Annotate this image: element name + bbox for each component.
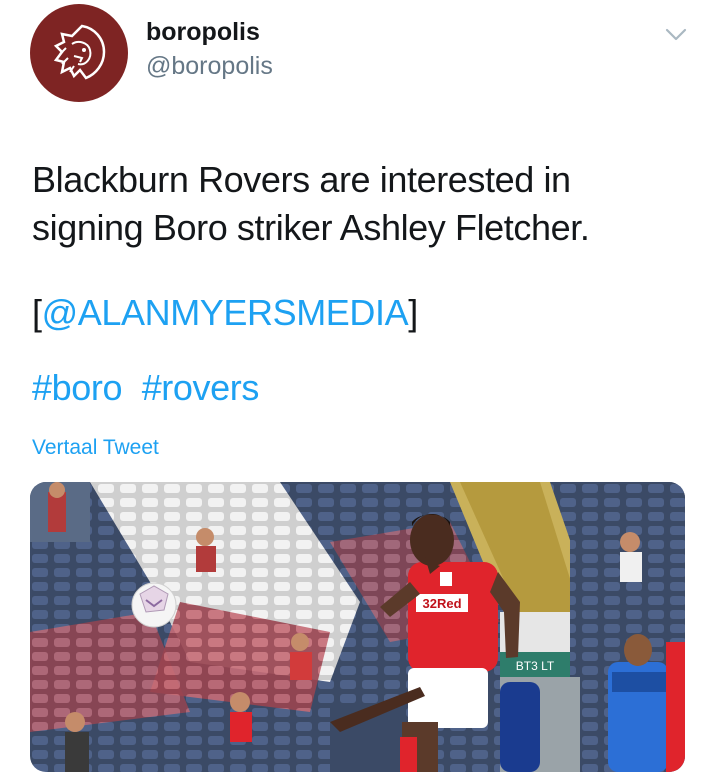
hashtags: #boro #rovers [32,364,269,412]
bracket-close: ] [408,292,418,333]
tweet-photo[interactable]: BT3 LT 32Red [30,482,685,772]
lion-head-icon [53,24,106,80]
author-handle[interactable]: @boropolis [146,52,273,81]
avatar[interactable] [30,4,128,102]
author-name[interactable]: boropolis [146,18,260,47]
mention-link[interactable]: @ALANMYERSMEDIA [42,292,409,333]
football-photo: BT3 LT 32Red [30,482,685,772]
translate-tweet-link[interactable]: Vertaal Tweet [32,436,159,460]
mention-line: [@ALANMYERSMEDIA] [32,289,418,337]
bracket-open: [ [32,292,42,333]
chevron-down-icon[interactable] [665,28,687,42]
hashtag-link[interactable]: #rovers [142,367,260,408]
shirt-sponsor: 32Red [422,596,461,611]
tweet-text: Blackburn Rovers are interested in signi… [32,159,590,248]
stand-sign: BT3 LT [516,659,555,673]
hashtag-link[interactable]: #boro [32,367,122,408]
